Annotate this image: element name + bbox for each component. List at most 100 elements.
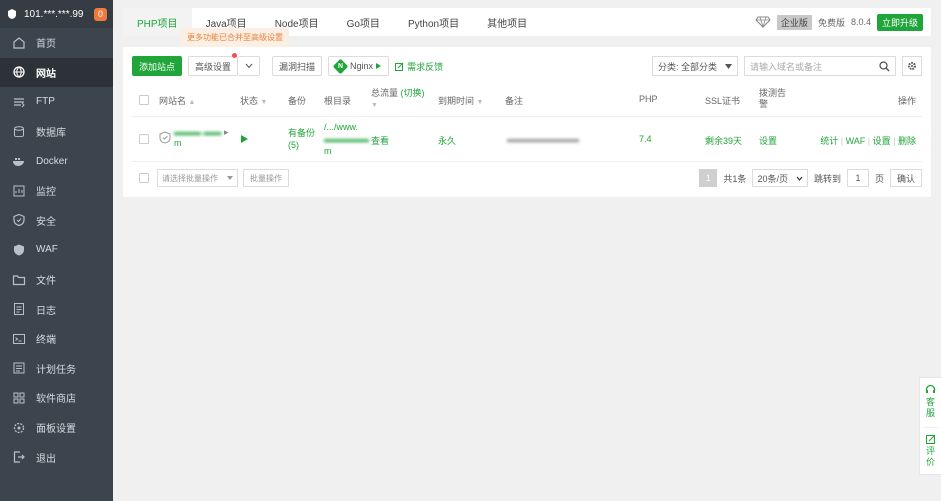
page-number[interactable]: 1 [699, 169, 718, 187]
col-status[interactable]: 状态 ▼ [240, 94, 267, 107]
column-settings-button[interactable] [902, 56, 922, 76]
server-logo-icon [8, 9, 16, 19]
site-name-link[interactable]: ▬▬▬ ▬▬ ▸ m [174, 127, 229, 149]
advanced-settings-button[interactable]: 高级设置 [188, 56, 239, 76]
tab-other[interactable]: 其他项目 [473, 8, 541, 36]
sidebar-item-10[interactable]: 终端 [0, 324, 113, 354]
ftp-icon [12, 95, 26, 109]
col-expire[interactable]: 到期时间 ▼ [438, 94, 483, 107]
table-header: 网站名 ▲ 状态 ▼ 备份 根目录 总流量 (切换) ▼ 到期时间 ▼ 备注 P… [132, 84, 922, 117]
caret-down-icon [227, 176, 233, 180]
add-site-button[interactable]: 添加站点 [132, 56, 183, 76]
sidebar-item-1[interactable]: 网站 [0, 57, 113, 88]
tab-go[interactable]: Go项目 [333, 8, 394, 36]
sidebar-item-2[interactable]: FTP [0, 87, 113, 117]
edit-icon[interactable] [925, 434, 936, 444]
table-row: ▬▬▬ ▬▬ ▸ m 有备份 (5) /.../www. ▬▬▬▬▬ m 查看 永久 ▬… [132, 117, 922, 162]
alert-settings-link[interactable]: 设置 [759, 134, 777, 147]
select-all-checkbox[interactable] [139, 95, 149, 105]
server-header: 101.***.***.99 0 [0, 0, 113, 28]
free-edition-label: 免费版 [817, 17, 845, 28]
chevron-down-icon [796, 176, 803, 181]
batch-operation-select[interactable]: 请选择批量操作 [157, 169, 238, 187]
row-checkbox[interactable] [139, 134, 149, 144]
nginx-button[interactable]: N Nginx [328, 56, 390, 76]
nginx-icon: N [332, 58, 349, 74]
sidebar-item-label: 首页 [36, 39, 56, 51]
search-placeholder: 请输入域名或备注 [750, 61, 823, 72]
footer-select-all-checkbox[interactable] [139, 173, 149, 183]
sidebar-item-label: 数据库 [36, 128, 66, 140]
waf-link[interactable]: WAF [846, 136, 866, 146]
globe-icon [12, 65, 26, 79]
sidebar-item-13[interactable]: 面板设置 [0, 413, 113, 443]
sidebar-item-7[interactable]: WAF [0, 235, 113, 265]
col-php: PHP [639, 94, 658, 104]
terminal-icon [12, 332, 26, 346]
delete-link[interactable]: 删除 [898, 136, 916, 146]
upgrade-button[interactable]: 立即升级 [876, 13, 923, 31]
search-input[interactable]: 请输入域名或备注 [744, 56, 896, 76]
col-backup: 备份 [288, 96, 307, 106]
goto-page-input[interactable]: 1 [846, 169, 869, 187]
play-icon [376, 63, 382, 69]
col-root: 根目录 [324, 96, 352, 106]
stats-link[interactable]: 统计 [820, 136, 838, 146]
category-select[interactable]: 分类: 全部分类 [652, 56, 738, 76]
headset-icon[interactable] [925, 384, 936, 395]
sidebar-item-4[interactable]: Docker [0, 146, 113, 176]
col-site-name[interactable]: 网站名 ▲ [159, 94, 195, 107]
caret-down-icon [725, 63, 732, 69]
goto-confirm-button[interactable]: 确认 [889, 169, 922, 187]
search-icon[interactable] [879, 60, 890, 72]
edit-icon [395, 62, 404, 71]
batch-operation-button[interactable]: 批量操作 [243, 169, 289, 187]
sidebar-item-label: 文件 [36, 276, 56, 288]
ssl-status-link[interactable]: 剩余39天 [705, 134, 742, 147]
sidebar-item-14[interactable]: 退出 [0, 442, 113, 472]
settings-icon [12, 421, 26, 435]
version-label: 8.0.4 [850, 17, 871, 27]
sidebar-item-3[interactable]: 数据库 [0, 117, 113, 147]
traffic-view-link[interactable]: 查看 [371, 134, 389, 147]
php-version-link[interactable]: 7.4 [639, 134, 652, 144]
sidebar-item-5[interactable]: 监控 [0, 176, 113, 206]
root-dir-link[interactable]: /.../www. ▬▬▬▬▬ m [324, 121, 369, 157]
logout-icon [12, 450, 26, 464]
vuln-scan-button[interactable]: 漏洞扫描 [272, 56, 323, 76]
sort-icon: ▼ [476, 99, 484, 106]
running-status-icon[interactable] [241, 135, 248, 143]
sort-icon: ▼ [371, 102, 378, 109]
customer-service-link[interactable]: 客服 [926, 397, 935, 419]
sidebar-item-label: 终端 [36, 335, 56, 347]
sidebar-item-label: 退出 [36, 453, 56, 465]
sidebar-item-label: 计划任务 [36, 364, 76, 376]
expire-link[interactable]: 永久 [438, 134, 456, 147]
backup-link[interactable]: 有备份 (5) [288, 127, 315, 151]
feedback-link[interactable]: 需求反馈 [395, 60, 443, 73]
docker-icon [12, 154, 26, 168]
sidebar-item-12[interactable]: 软件商店 [0, 383, 113, 413]
rate-link[interactable]: 评价 [926, 446, 935, 468]
settings-link[interactable]: 设置 [873, 136, 891, 146]
toolbar: 添加站点 高级设置 漏洞扫描 N Nginx 需求反馈 分类: 全部分类 请输入… [132, 53, 922, 76]
notification-badge[interactable]: 0 [94, 7, 107, 21]
sidebar-item-8[interactable]: 文件 [0, 265, 113, 295]
sidebar-item-0[interactable]: 首页 [0, 28, 113, 58]
page-size-select[interactable]: 20条/页 [752, 169, 808, 187]
col-traffic[interactable]: 总流量 (切换) ▼ [371, 88, 425, 111]
sidebar-item-label: Docker [36, 155, 68, 167]
sidebar-item-label: 日志 [36, 305, 56, 317]
sidebar-item-label: 软件商店 [36, 394, 76, 406]
database-icon [12, 125, 26, 139]
sidebar-item-9[interactable]: 日志 [0, 294, 113, 324]
sidebar-item-6[interactable]: 安全 [0, 206, 113, 236]
enterprise-badge[interactable]: 企业版 [776, 14, 812, 30]
sidebar-item-11[interactable]: 计划任务 [0, 354, 113, 384]
traffic-switch-link[interactable]: (切换) [401, 88, 425, 98]
note-field[interactable]: ▬▬▬▬▬▬▬▬ [507, 134, 579, 144]
sidebar-item-label: 安全 [36, 216, 56, 228]
advanced-dropdown-button[interactable] [238, 56, 261, 76]
sidebar-item-label: WAF [36, 244, 58, 256]
tab-python[interactable]: Python项目 [394, 8, 473, 36]
